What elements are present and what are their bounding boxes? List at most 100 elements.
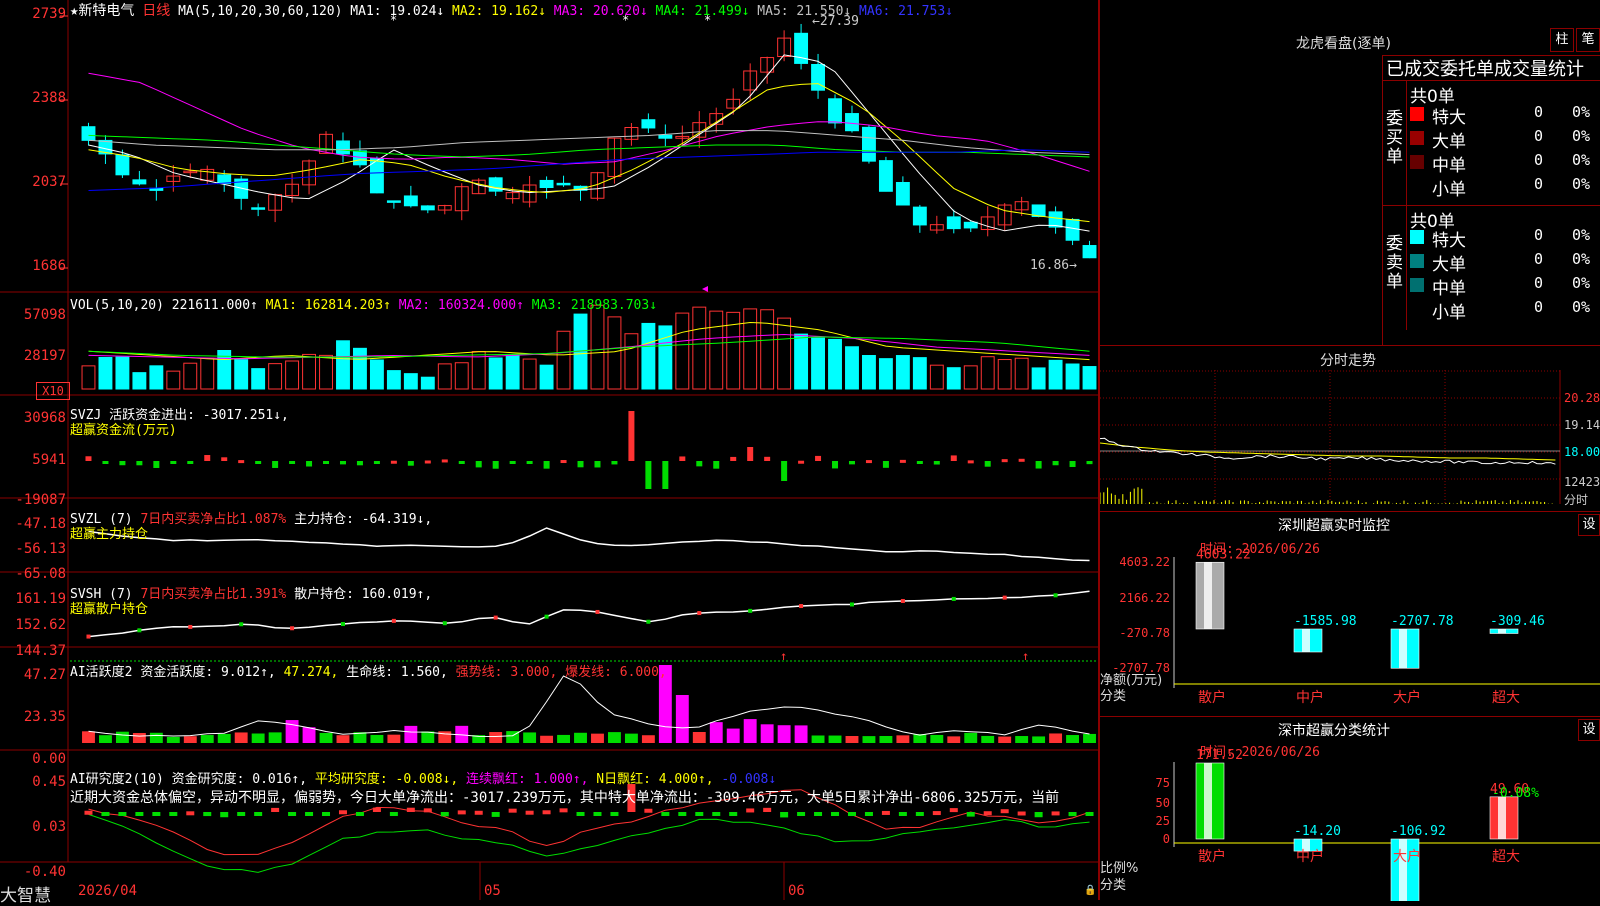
sz-classify-chart[interactable]: 7550250171.52散户-14.20中户-106.92大户49.60超大-… (1100, 717, 1600, 901)
sell-row-pct: 0% (1572, 274, 1591, 292)
retail-tick-mark (697, 611, 702, 616)
activity-bar (115, 731, 129, 743)
ma3-value: MA3: 20.620↓ (553, 4, 648, 19)
svzl-ytick-0: -47.18 (15, 516, 66, 532)
retail-tick-mark (544, 614, 549, 619)
research-bar (254, 812, 263, 816)
candle-down (251, 207, 266, 210)
activity-bar (675, 695, 689, 743)
bar-mode-button[interactable]: 柱 (1550, 28, 1574, 52)
sell-row-0: 特大 0 0% (1382, 226, 1600, 251)
candle-down (1065, 218, 1080, 241)
stock-name[interactable]: ★新特电气 (70, 3, 134, 19)
fund-flow-bar (882, 461, 889, 468)
fund-flow-bar (1052, 461, 1059, 466)
activity-bar (251, 733, 265, 743)
volume-bar (98, 356, 113, 390)
volume-bar (912, 357, 927, 390)
research-bar (780, 812, 789, 818)
sell-swatch (1410, 302, 1424, 316)
retail-tick-mark (1053, 593, 1058, 598)
volume-bar (963, 365, 978, 390)
vol-ma2-line (88, 333, 1090, 360)
svsh-ytick-1: 152.62 (15, 617, 66, 633)
activity-bar (608, 732, 621, 743)
sell-row-count: 0 (1534, 298, 1544, 316)
research-bar (1085, 812, 1094, 816)
activity-bar (845, 736, 859, 743)
research-bar (1017, 811, 1026, 816)
volume-bar (115, 356, 130, 390)
retail-tick-mark (493, 615, 498, 620)
classify-extra-label: -0.08% (1492, 786, 1539, 801)
intraday-ytick-1: 19.14 (1564, 418, 1600, 432)
bar-chart-ytick: 25 (1156, 814, 1170, 828)
category-label: 中户 (1296, 689, 1324, 706)
period-label[interactable]: 日线 (142, 3, 170, 19)
volume-bar (505, 354, 520, 390)
retail-tick-mark (442, 621, 447, 626)
retail-tick-mark (340, 622, 345, 627)
lock-icon[interactable]: 🔒 (1084, 885, 1096, 896)
research-bar (729, 812, 738, 816)
vol-ma1-line (88, 321, 1090, 361)
volume-bar (437, 363, 452, 390)
svzl-ytick-1: -56.13 (15, 541, 66, 557)
research-bar (237, 812, 246, 816)
research-bar (355, 812, 364, 816)
candle-down (132, 179, 147, 185)
chart-canvas[interactable]: * * *↑ ↑ (0, 0, 1098, 900)
category-value-label: -2707.78 (1391, 614, 1454, 629)
ai-commentary: 近期大资金总体偏空，异动不明显，偏弱势，今日大单净流出：-3017.239万元，… (70, 790, 1060, 806)
activity-bar (1066, 735, 1079, 743)
research-bar (678, 812, 687, 816)
intraday-chart[interactable] (1100, 370, 1600, 510)
bar-chart-ytick: 2166.22 (1119, 591, 1170, 605)
alert-arrow-icon: ↑ (1022, 649, 1029, 663)
intraday-panel[interactable]: 分时走势 20.28 19.14 18.00 12423 分时 (1100, 345, 1600, 512)
svzj-ytick-2: -19087 (15, 492, 66, 508)
candle-down (115, 154, 130, 176)
volume-unit-button[interactable]: X10 (36, 382, 70, 400)
buy-row-1: 大单 0 0% (1382, 127, 1600, 152)
activity-bar (591, 733, 604, 743)
sell-swatch (1410, 254, 1424, 268)
vol-ytick-0: 57098 (23, 307, 66, 323)
volume-bar (353, 347, 367, 390)
main-chart-area[interactable]: * * * ↑ ↑ ★新特电气 日线 MA(5,10,20,30,60,120) MA1… (0, 0, 1098, 906)
volume-bar (319, 354, 333, 390)
dragon-tiger-title: 龙虎看盘(逐单) (1296, 36, 1391, 52)
buy-row-pct: 0% (1572, 151, 1591, 169)
fund-flow-bar (815, 455, 822, 461)
research-bar (797, 812, 806, 816)
fund-flow-bar (170, 461, 177, 464)
sz-monitor-chart[interactable]: 4603.22 2166.22 -270.78 -2707.78 4603.22 散户 -1… (1100, 512, 1600, 717)
research-bar (440, 812, 449, 817)
buy-swatch (1410, 131, 1424, 145)
volume-bar (692, 306, 707, 390)
research-bar (152, 812, 161, 816)
svzj-ytick-0: 30968 (23, 410, 66, 426)
activity-bar (811, 735, 825, 743)
intraday-ytick-2: 18.00 (1564, 445, 1600, 459)
research-bar (695, 812, 704, 816)
research-bar (898, 812, 907, 816)
research-bar (186, 811, 195, 816)
research-bar (831, 812, 840, 816)
ma-line-4 (88, 134, 1090, 158)
activity-bar (709, 722, 723, 743)
sell-row-3: 小单 0 0% (1382, 298, 1600, 323)
activity-bar (1032, 736, 1046, 743)
buy-row-pct: 0% (1572, 103, 1591, 121)
sell-row-count: 0 (1534, 274, 1544, 292)
sell-row-pct: 0% (1572, 250, 1591, 268)
candle-down (81, 126, 96, 141)
research-bar (542, 810, 551, 815)
retail-tick-mark (1002, 595, 1007, 600)
research-bar (661, 812, 670, 816)
activity-bar (149, 732, 163, 743)
buy-row-3: 小单 0 0% (1382, 175, 1600, 200)
fund-flow-bar (407, 461, 414, 466)
stroke-mode-button[interactable]: 笔 (1576, 28, 1600, 52)
bar-chart-ytick: 4603.22 (1119, 555, 1170, 569)
